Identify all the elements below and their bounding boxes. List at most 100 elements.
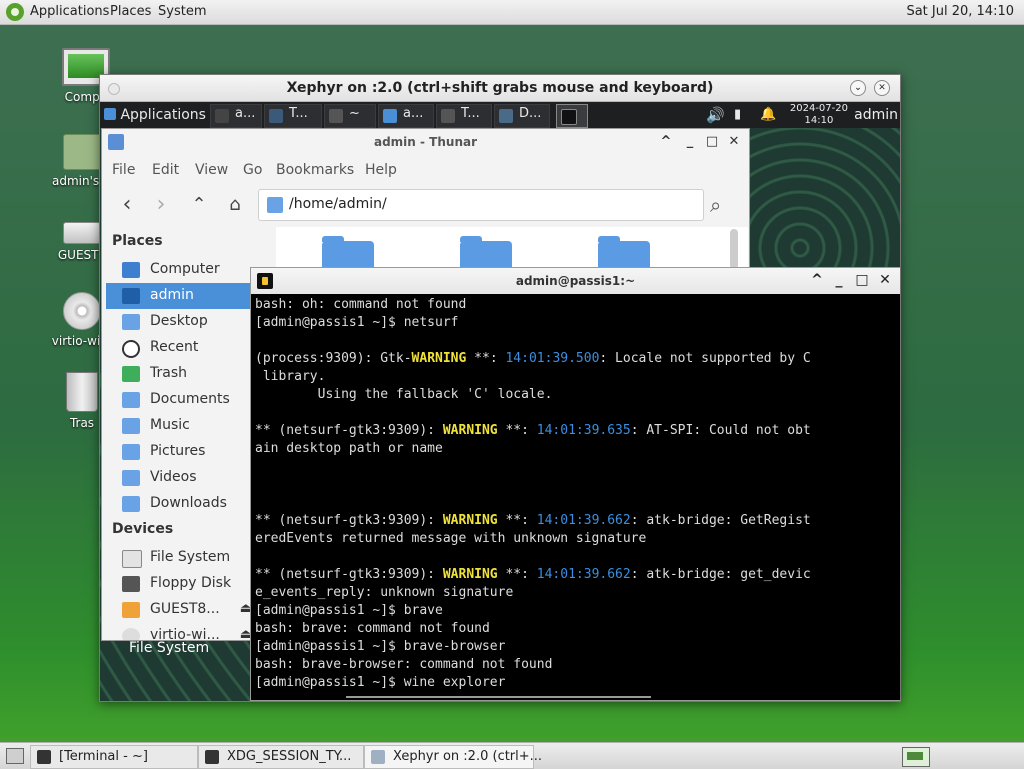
- xfce-task-1[interactable]: a...: [210, 104, 262, 128]
- host-task-terminal[interactable]: [Terminal - ~]: [30, 745, 198, 769]
- menu-help[interactable]: Help: [365, 162, 397, 178]
- terminal-line: [admin@passis1 ~]$ wine explorer: [255, 674, 895, 692]
- device-label: GUEST8...: [150, 601, 220, 617]
- terminal-line: library.: [255, 368, 895, 386]
- location-bar[interactable]: /home/admin/: [258, 189, 704, 221]
- terminal-scrollbar[interactable]: [346, 696, 651, 698]
- xfce-applications-menu[interactable]: Applications: [104, 102, 206, 128]
- minimize-icon[interactable]: ⌄: [850, 80, 866, 96]
- xfce-clock[interactable]: 2024-07-20 14:10: [790, 103, 848, 127]
- place-desktop[interactable]: Desktop: [106, 309, 256, 335]
- volume-icon[interactable]: 🔊: [706, 102, 725, 128]
- xephyr-titlebar[interactable]: Xephyr on :2.0 (ctrl+shift grabs mouse a…: [100, 75, 900, 102]
- terminal-line: ** (netsurf-gtk3:9309): WARNING **: 14:0…: [255, 512, 895, 530]
- terminal-icon: [205, 750, 219, 764]
- maximize-icon[interactable]: □: [704, 134, 720, 150]
- terminal-text: [admin@passis1 ~]$ netsurf: [255, 315, 459, 330]
- xephyr-window: Xephyr on :2.0 (ctrl+shift grabs mouse a…: [99, 74, 901, 702]
- shade-icon[interactable]: ^: [809, 272, 825, 288]
- warning-tag: WARNING: [442, 567, 498, 582]
- menu-applications[interactable]: Applications: [30, 4, 109, 19]
- xfce-task-4[interactable]: a...: [378, 104, 434, 128]
- notification-bell-icon[interactable]: 🔔: [760, 102, 776, 128]
- battery-icon[interactable]: ▮: [734, 102, 741, 128]
- host-clock[interactable]: Sat Jul 20, 14:10: [906, 4, 1014, 19]
- device-floppy[interactable]: Floppy Disk: [106, 571, 256, 597]
- place-videos[interactable]: Videos: [106, 465, 256, 491]
- terminal-line: ain desktop path or name: [255, 440, 895, 458]
- drive-icon: [63, 222, 101, 244]
- place-music[interactable]: Music: [106, 413, 256, 439]
- menu-go[interactable]: Go: [243, 162, 262, 178]
- place-label: Trash: [150, 365, 187, 381]
- device-virtio[interactable]: virtio-wi... ⏏: [106, 623, 256, 640]
- xfce-task-2[interactable]: T...: [264, 104, 322, 128]
- xfce-task-3[interactable]: ~: [324, 104, 376, 128]
- devices-heading: Devices: [112, 521, 174, 537]
- place-pictures[interactable]: Pictures: [106, 439, 256, 465]
- back-icon[interactable]: ‹: [116, 194, 138, 217]
- home-icon[interactable]: ⌂: [224, 195, 246, 217]
- window-menu-icon[interactable]: [108, 83, 120, 95]
- terminal-text: (process:9309): Gtk-: [255, 351, 412, 366]
- task-label: T...: [289, 106, 308, 121]
- menu-system[interactable]: System: [158, 4, 206, 19]
- menu-bookmarks[interactable]: Bookmarks: [276, 162, 354, 178]
- warning-tag: WARNING: [442, 513, 498, 528]
- search-icon[interactable]: ⌕: [710, 193, 732, 217]
- place-computer[interactable]: Computer: [106, 257, 256, 283]
- terminal-icon: [441, 109, 455, 123]
- terminal-titlebar[interactable]: admin@passis1:~ ^ _ □ ✕: [251, 268, 900, 294]
- close-icon[interactable]: ✕: [726, 134, 742, 150]
- minimize-icon[interactable]: _: [682, 134, 698, 150]
- xfce-user-menu[interactable]: admin: [854, 102, 898, 128]
- show-desktop-icon[interactable]: [6, 748, 24, 764]
- place-documents[interactable]: Documents: [106, 387, 256, 413]
- xfce-applications-label: Applications: [120, 107, 206, 123]
- host-task-xephyr[interactable]: Xephyr on :2.0 (ctrl+...: [364, 745, 542, 769]
- menu-file[interactable]: File: [112, 162, 135, 178]
- distro-logo-icon[interactable]: [6, 3, 24, 21]
- device-label: File System: [150, 549, 231, 565]
- maximize-icon[interactable]: □: [854, 272, 870, 288]
- terminal-line: [admin@passis1 ~]$ brave-browser: [255, 638, 895, 656]
- xfce-task-active[interactable]: [556, 104, 588, 128]
- thunar-titlebar[interactable]: admin - Thunar ^ _ □ ✕: [102, 129, 749, 155]
- menu-view[interactable]: View: [195, 162, 228, 178]
- device-file-system[interactable]: File System: [106, 545, 256, 571]
- inner-desktop-icon-label[interactable]: File System: [129, 640, 209, 656]
- terminal-text: ** (netsurf-gtk3:9309):: [255, 423, 443, 438]
- menu-places[interactable]: Places: [110, 4, 151, 19]
- xfce-logo-icon: [104, 108, 116, 120]
- place-label: Music: [150, 417, 190, 433]
- host-task-xdg[interactable]: XDG_SESSION_TY...: [198, 745, 364, 769]
- clock-time: 14:10: [804, 115, 834, 126]
- terminal-line: eredEvents returned message with unknown…: [255, 530, 895, 548]
- place-admin[interactable]: admin: [106, 283, 256, 309]
- device-guest8[interactable]: GUEST8... ⏏: [106, 597, 256, 623]
- workspace-switcher[interactable]: [902, 747, 930, 767]
- clock-date: 2024-07-20: [789, 103, 848, 114]
- forward-icon[interactable]: ›: [150, 194, 172, 217]
- terminal-text: [admin@passis1 ~]$ wine explorer: [255, 675, 506, 690]
- xfce-task-6[interactable]: D...: [494, 104, 550, 128]
- places-heading: Places: [112, 233, 163, 249]
- close-icon[interactable]: ✕: [877, 272, 893, 288]
- scrollbar[interactable]: [730, 229, 738, 269]
- up-icon[interactable]: ⌃: [188, 195, 210, 217]
- close-icon[interactable]: ✕: [874, 80, 890, 96]
- shade-icon[interactable]: ^: [658, 134, 674, 150]
- place-trash[interactable]: Trash: [106, 361, 256, 387]
- thunar-sidebar: Places Computer admin Desktop Recent Tra…: [102, 227, 260, 640]
- home-folder-icon: [63, 134, 101, 170]
- xfce-task-5[interactable]: T...: [436, 104, 492, 128]
- menu-edit[interactable]: Edit: [152, 162, 179, 178]
- terminal-text: : atk-bridge: get_devic: [630, 567, 811, 582]
- place-label: Recent: [150, 339, 199, 355]
- place-recent[interactable]: Recent: [106, 335, 256, 361]
- place-downloads[interactable]: Downloads: [106, 491, 256, 517]
- minimize-icon[interactable]: _: [831, 272, 847, 288]
- terminal-output[interactable]: bash: oh: command not found [admin@passis…: [255, 296, 895, 692]
